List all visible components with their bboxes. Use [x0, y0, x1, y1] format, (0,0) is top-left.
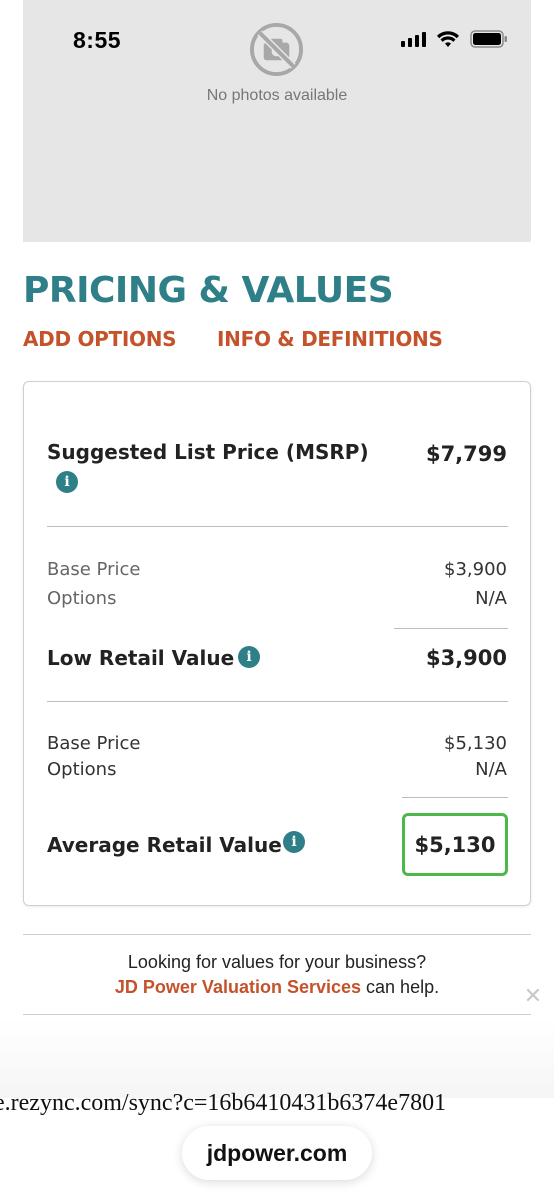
info-icon[interactable]: i — [238, 646, 260, 668]
avg-retail-highlight: $5,130 — [402, 813, 508, 876]
avg-base-value: $5,130 — [444, 733, 507, 754]
low-retail-label: Low Retail Value — [47, 646, 235, 670]
wifi-icon — [437, 31, 459, 47]
pricing-card: Suggested List Price (MSRP) i $7,799 Bas… — [23, 381, 531, 906]
promo-suffix: can help. — [361, 977, 440, 997]
divider — [23, 934, 531, 935]
msrp-value: $7,799 — [425, 442, 507, 466]
info-icon[interactable]: i — [56, 471, 78, 493]
add-options-link[interactable]: ADD OPTIONS — [23, 327, 177, 351]
no-photos-text: No photos available — [206, 87, 348, 104]
page-title: PRICING & VALUES — [23, 270, 394, 311]
avg-base-label: Base Price — [47, 733, 141, 754]
address-bar[interactable]: jdpower.com — [182, 1126, 372, 1180]
avg-options-label: Options — [47, 759, 117, 780]
low-options-value: N/A — [475, 588, 507, 609]
avg-retail-label: Average Retail Value — [47, 833, 282, 857]
promo-line-2: JD Power Valuation Services can help. — [0, 977, 554, 998]
close-icon[interactable]: ✕ — [520, 983, 546, 1009]
msrp-label: Suggested List Price (MSRP) — [47, 440, 369, 464]
info-definitions-link[interactable]: INFO & DEFINITIONS — [217, 327, 443, 351]
divider — [47, 526, 508, 527]
info-icon[interactable]: i — [283, 831, 305, 853]
ad-placeholder — [0, 1018, 554, 1098]
avg-options-value: N/A — [475, 759, 507, 780]
status-time: 8:55 — [73, 27, 122, 53]
low-retail-value: $3,900 — [425, 646, 507, 670]
subtotal-divider — [402, 797, 508, 798]
low-base-value: $3,900 — [444, 559, 507, 580]
battery-icon — [470, 30, 507, 48]
divider — [23, 1014, 531, 1015]
subtotal-divider — [394, 628, 508, 629]
sync-url-text: e.rezync.com/sync?c=16b6410431b6374e7801 — [0, 1090, 447, 1116]
low-base-label: Base Price — [47, 559, 141, 580]
signal-icon — [401, 31, 426, 47]
low-options-label: Options — [47, 588, 117, 609]
no-camera-icon — [249, 22, 304, 77]
avg-retail-value: $5,130 — [414, 832, 496, 857]
valuation-services-link[interactable]: JD Power Valuation Services — [115, 977, 361, 997]
divider — [47, 701, 508, 702]
promo-line-1: Looking for values for your business? — [127, 952, 427, 972]
status-icons — [401, 30, 508, 48]
